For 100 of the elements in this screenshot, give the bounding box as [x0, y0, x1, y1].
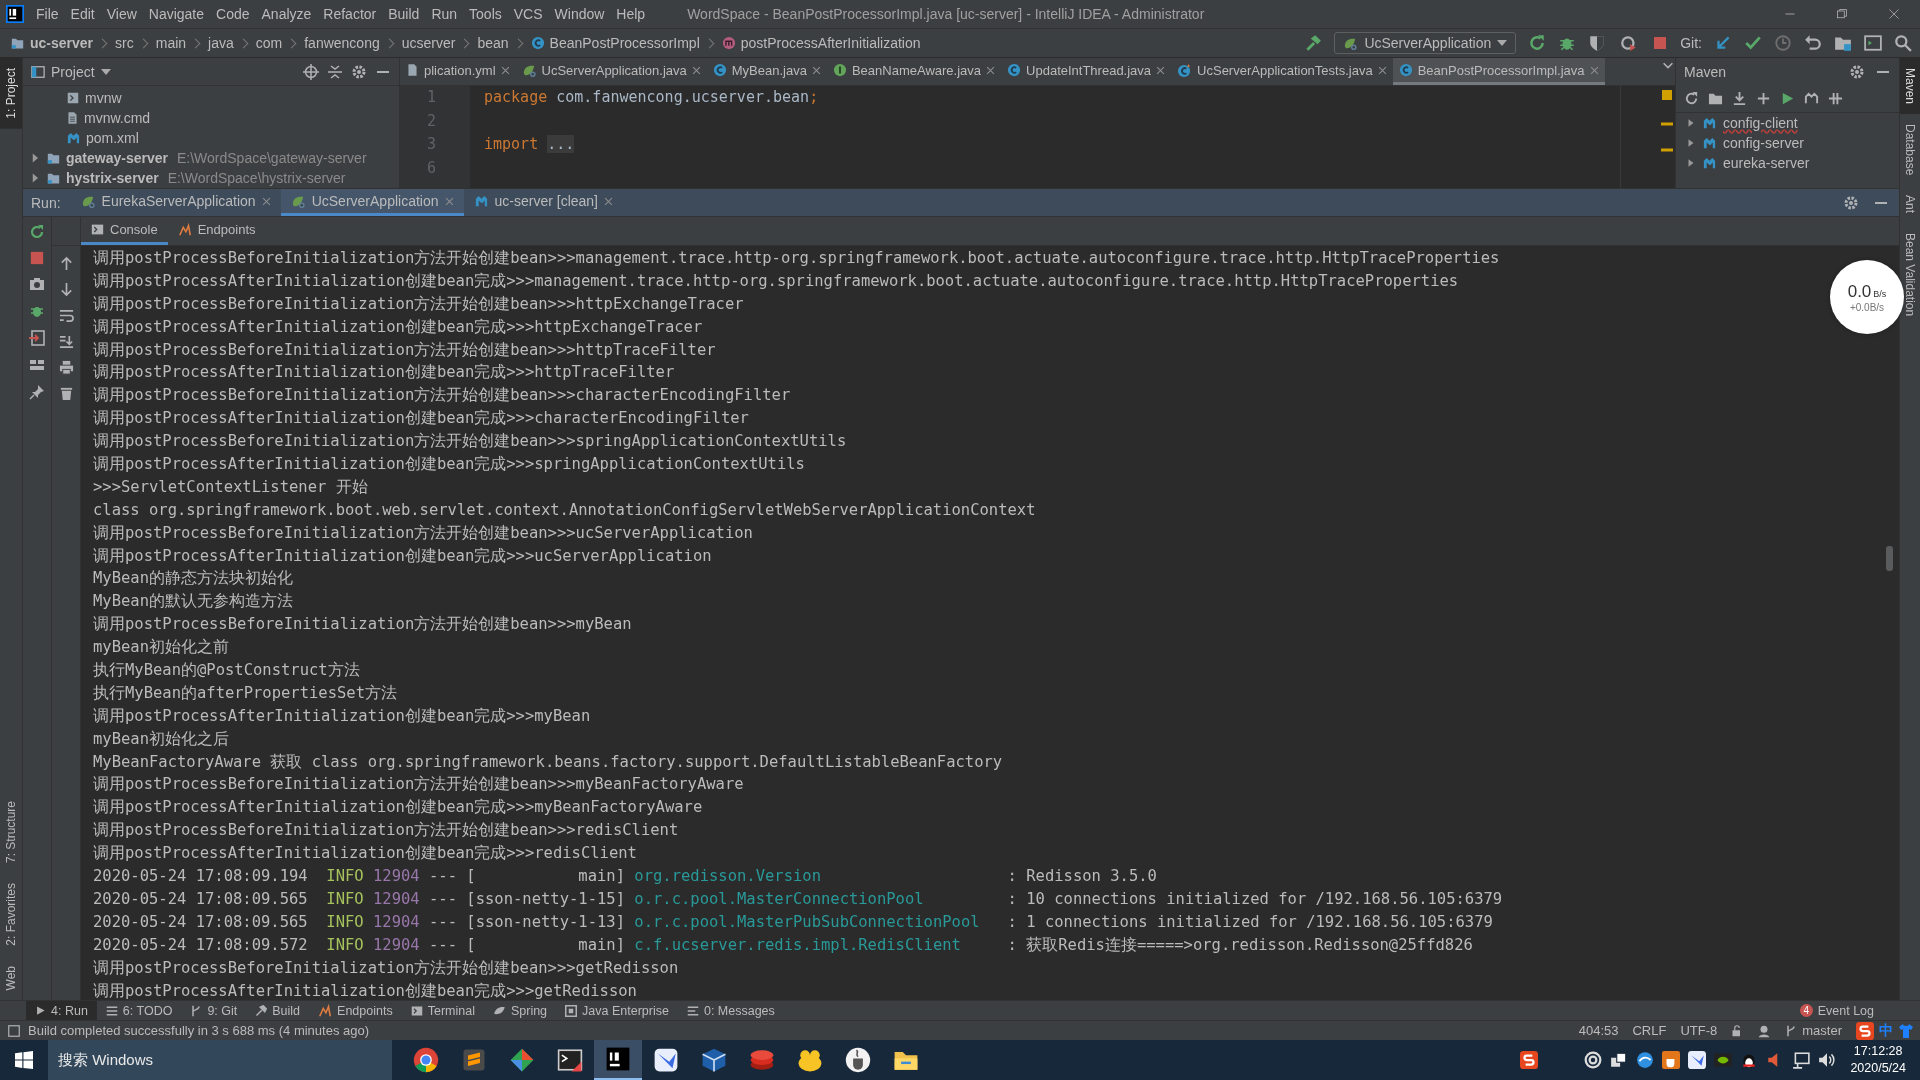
settings-icon[interactable] — [1843, 194, 1859, 211]
tree-item[interactable]: mvnw.cmd — [84, 110, 151, 126]
rerun-icon[interactable] — [29, 224, 45, 240]
tool-window-tab[interactable]: Terminal — [401, 1001, 484, 1020]
bird-icon[interactable] — [1688, 1051, 1707, 1069]
folder-icon[interactable] — [1708, 91, 1723, 106]
project-structure-icon[interactable] — [1834, 34, 1852, 52]
tree-item[interactable]: config-server — [1723, 135, 1804, 151]
tool-window-tab[interactable]: 0: Messages — [677, 1001, 784, 1020]
tool-window-tab[interactable]: Build — [246, 1001, 310, 1020]
shield-icon[interactable] — [1588, 34, 1607, 52]
volume-icon[interactable] — [1818, 1051, 1837, 1069]
tool-window-tab[interactable]: 1: Project — [0, 58, 22, 129]
settings-icon[interactable] — [351, 63, 367, 80]
undo-icon[interactable] — [1804, 34, 1822, 52]
tool-window-tab[interactable]: 4: Run — [26, 1001, 97, 1020]
breadcrumb[interactable]: postProcessAfterInitialization — [740, 35, 921, 51]
editor-tab[interactable]: plication.yml — [400, 58, 516, 85]
project-view-dropdown[interactable]: Project — [31, 63, 111, 80]
git-branch[interactable]: master — [1802, 1023, 1842, 1038]
tool-window-tab[interactable]: Database — [1900, 114, 1920, 186]
editor-tab[interactable]: BeanPostProcessorImpl.java — [1392, 58, 1605, 85]
tree-item[interactable]: eureka-server — [1723, 155, 1810, 171]
tool-window-tab[interactable]: 9: Git — [181, 1001, 247, 1020]
event-log-button[interactable]: 4 Event Log — [1793, 1002, 1880, 1019]
run-tab[interactable]: UcServerApplication — [280, 189, 464, 216]
close-icon[interactable] — [811, 65, 821, 75]
menu-item[interactable]: File — [30, 6, 65, 22]
globe-icon[interactable] — [1636, 1051, 1655, 1069]
ide-app-icon[interactable] — [605, 1046, 631, 1072]
tree-item[interactable]: config-client — [1723, 115, 1798, 131]
camera-icon[interactable] — [29, 276, 45, 292]
menu-item[interactable]: View — [100, 6, 143, 22]
soft-wrap-icon[interactable] — [58, 308, 74, 323]
line-separator[interactable]: CRLF — [1632, 1023, 1667, 1038]
clock[interactable]: 17:12:28 2020/5/24 — [1850, 1043, 1906, 1077]
menu-item[interactable]: Navigate — [142, 6, 211, 22]
breadcrumb[interactable]: src — [115, 35, 134, 51]
pin-icon[interactable] — [29, 384, 45, 400]
breadcrumb[interactable]: ucserver — [401, 35, 456, 51]
exit-icon[interactable] — [29, 330, 45, 346]
stop-icon[interactable] — [1652, 35, 1669, 51]
close-icon[interactable] — [986, 65, 996, 75]
update-arrow-icon[interactable] — [1714, 34, 1732, 52]
reload-icon[interactable] — [1684, 91, 1699, 106]
scrollbar-thumb[interactable] — [1886, 546, 1893, 571]
close-icon[interactable] — [1377, 65, 1387, 75]
breadcrumb[interactable]: main — [155, 35, 187, 51]
menu-item[interactable]: Analyze — [255, 6, 318, 22]
layout-icon[interactable] — [29, 357, 45, 373]
caret-position[interactable]: 404:53 — [1578, 1023, 1619, 1038]
trash-icon[interactable] — [58, 386, 74, 401]
breadcrumb[interactable]: java — [208, 35, 234, 51]
breadcrumb[interactable]: uc-server — [30, 35, 94, 51]
inspector-icon[interactable] — [1757, 1023, 1772, 1038]
tool-window-tab[interactable]: Ant — [1900, 185, 1920, 224]
cube-app-icon[interactable] — [701, 1047, 727, 1073]
menu-item[interactable]: Run — [425, 6, 464, 22]
menu-item[interactable]: Help — [610, 6, 652, 22]
editor-tab[interactable]: UcServerApplicationTests.java — [1171, 58, 1393, 85]
input-method-icon[interactable] — [1520, 1051, 1539, 1069]
run-configuration-dropdown[interactable]: UcServerApplication — [1334, 32, 1517, 54]
network-icon[interactable] — [1792, 1051, 1811, 1069]
search-icon[interactable] — [1894, 34, 1912, 52]
browser-icon[interactable] — [413, 1047, 439, 1073]
print-icon[interactable] — [58, 360, 74, 375]
close-icon[interactable] — [261, 196, 271, 206]
editor-tab[interactable]: MyBean.java — [706, 58, 827, 85]
maven-goal-icon[interactable] — [1804, 91, 1819, 106]
search-field[interactable]: 搜索 Windows — [48, 1040, 392, 1080]
menu-item[interactable]: VCS — [507, 6, 549, 22]
close-icon[interactable] — [500, 65, 510, 75]
tree-item[interactable]: gateway-server — [66, 150, 168, 166]
tool-window-tab[interactable]: 6: TODO — [96, 1001, 182, 1020]
download-icon[interactable] — [1732, 91, 1747, 106]
menu-item[interactable]: Edit — [64, 6, 101, 22]
tree-item[interactable]: hystrix-server — [66, 170, 159, 186]
editor-tab[interactable]: BeanNameAware.java — [826, 58, 1002, 85]
presentation-icon[interactable] — [1864, 34, 1882, 52]
tool-window-tab[interactable]: Spring — [483, 1001, 557, 1020]
menu-item[interactable]: Code — [210, 6, 256, 22]
chick-app-icon[interactable] — [797, 1047, 823, 1073]
scroll-to-end-icon[interactable] — [58, 334, 74, 349]
rerun-icon[interactable] — [1528, 34, 1547, 52]
cup-icon[interactable] — [1662, 1051, 1681, 1069]
close-icon[interactable] — [1156, 65, 1166, 75]
run-tab[interactable]: uc-server [clean] — [463, 189, 623, 216]
restore-icon[interactable] — [1836, 8, 1848, 20]
breadcrumb[interactable]: BeanPostProcessorImpl — [549, 35, 700, 51]
bird-app-icon[interactable] — [653, 1047, 679, 1073]
tool-window-tab[interactable]: Endpoints — [309, 1001, 402, 1020]
diamond-app-icon[interactable] — [509, 1047, 535, 1073]
tool-window-tab[interactable]: 2: Favorites — [0, 872, 22, 956]
tool-window-tab[interactable]: Java Enterprise — [556, 1001, 678, 1020]
tool-window-tab[interactable]: 7: Structure — [0, 790, 22, 873]
windows-start-icon[interactable] — [15, 1051, 33, 1069]
menu-item[interactable]: Window — [548, 6, 611, 22]
breadcrumb[interactable]: com — [255, 35, 283, 51]
panel-toggle-icon[interactable] — [8, 1024, 20, 1037]
menu-item[interactable]: Tools — [463, 6, 508, 22]
